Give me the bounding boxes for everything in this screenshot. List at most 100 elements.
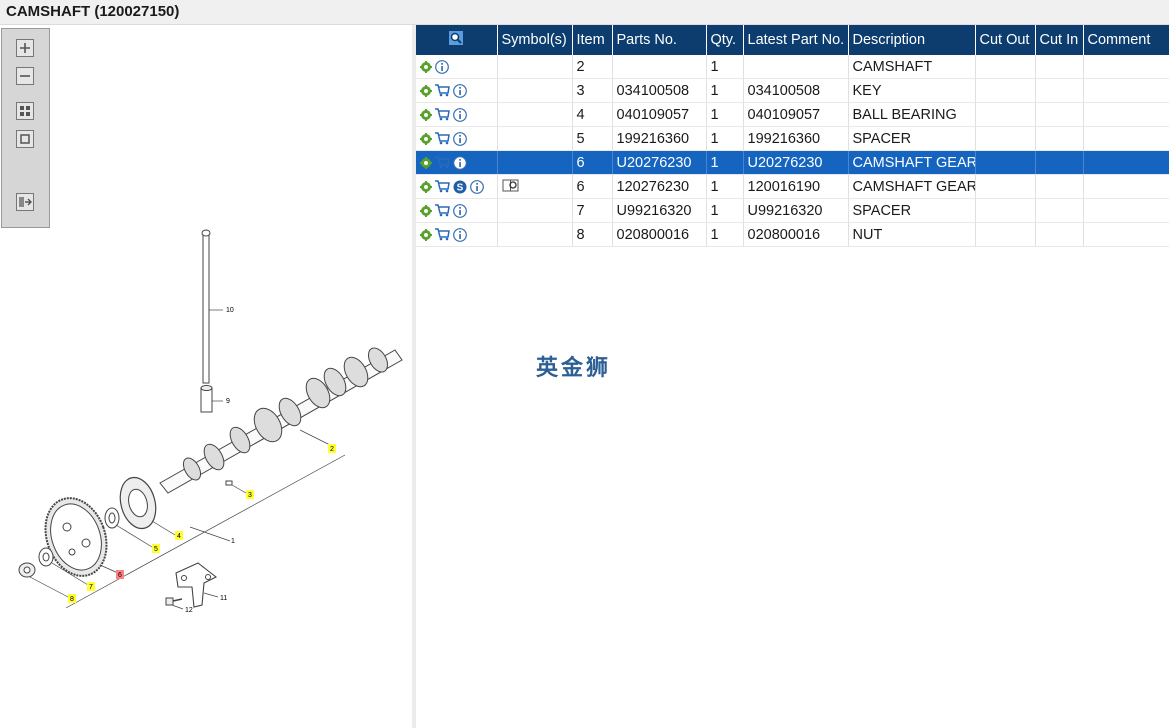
cell-description[interactable]: CAMSHAFT GEAR: [848, 150, 976, 175]
cell-comment[interactable]: [1083, 78, 1169, 103]
column-header-latest-part-no[interactable]: Latest Part No.: [743, 25, 849, 55]
column-header-symbols[interactable]: Symbol(s): [497, 25, 573, 55]
cell-description[interactable]: KEY: [848, 78, 976, 103]
callout-7[interactable]: 7: [89, 584, 93, 591]
info-icon[interactable]: [470, 179, 484, 194]
cell-parts-no[interactable]: 199216360: [612, 126, 707, 151]
gear-icon[interactable]: [420, 108, 432, 121]
cell-qty[interactable]: 1: [706, 198, 744, 223]
cell-symbol[interactable]: [497, 102, 573, 127]
cell-description[interactable]: CAMSHAFT: [848, 55, 976, 79]
cell-cut-out[interactable]: [975, 55, 1036, 79]
cell-symbol[interactable]: [497, 78, 573, 103]
cell-symbol[interactable]: [497, 55, 573, 79]
callout-3[interactable]: 3: [248, 492, 252, 499]
cell-latest-part-no[interactable]: 034100508: [743, 78, 849, 103]
cell-icons[interactable]: S: [416, 174, 498, 199]
cell-description[interactable]: SPACER: [848, 198, 976, 223]
cell-parts-no[interactable]: 034100508: [612, 78, 707, 103]
cell-symbol[interactable]: [497, 174, 573, 199]
cell-latest-part-no[interactable]: 020800016: [743, 222, 849, 247]
cell-icons[interactable]: [416, 222, 498, 247]
cell-symbol[interactable]: [497, 198, 573, 223]
cell-icons[interactable]: [416, 198, 498, 223]
gear-icon[interactable]: [420, 204, 432, 217]
cart-icon[interactable]: [435, 84, 450, 97]
cell-qty[interactable]: 1: [706, 126, 744, 151]
cell-cut-out[interactable]: [975, 174, 1036, 199]
callout-12[interactable]: 12: [185, 607, 193, 614]
cell-comment[interactable]: [1083, 198, 1169, 223]
table-row[interactable]: 8 020800016 1 020800016 NUT: [416, 222, 1169, 247]
table-row[interactable]: 2 1 CAMSHAFT: [416, 55, 1169, 79]
cell-parts-no[interactable]: U20276230: [612, 150, 707, 175]
cell-qty[interactable]: 1: [706, 78, 744, 103]
cell-cut-in[interactable]: [1035, 150, 1084, 175]
cell-cut-out[interactable]: [975, 126, 1036, 151]
cell-comment[interactable]: [1083, 222, 1169, 247]
cell-latest-part-no[interactable]: 199216360: [743, 126, 849, 151]
callout-6[interactable]: 6: [118, 572, 122, 579]
cell-cut-in[interactable]: [1035, 78, 1084, 103]
info-icon[interactable]: [453, 131, 467, 146]
cell-comment[interactable]: [1083, 126, 1169, 151]
table-row[interactable]: 7 U99216320 1 U99216320 SPACER: [416, 198, 1169, 223]
export-button[interactable]: [16, 193, 34, 211]
cell-item[interactable]: 6: [572, 174, 613, 199]
cell-qty[interactable]: 1: [706, 55, 744, 79]
cell-icons[interactable]: [416, 55, 498, 79]
callout-5[interactable]: 5: [154, 546, 158, 553]
column-header-qty[interactable]: Qty.: [706, 25, 744, 55]
info-icon[interactable]: [453, 227, 467, 242]
callout-8[interactable]: 8: [70, 596, 74, 603]
cell-symbol[interactable]: [497, 222, 573, 247]
cell-symbol[interactable]: [497, 126, 573, 151]
cell-cut-in[interactable]: [1035, 102, 1084, 127]
cell-cut-in[interactable]: [1035, 55, 1084, 79]
callout-9[interactable]: 9: [226, 398, 230, 405]
fit-page-button[interactable]: [16, 130, 34, 148]
cart-icon[interactable]: [435, 156, 450, 169]
gear-icon[interactable]: [420, 60, 432, 73]
cell-item[interactable]: 8: [572, 222, 613, 247]
gear-icon[interactable]: [420, 132, 432, 145]
cell-item[interactable]: 2: [572, 55, 613, 79]
zoom-in-button[interactable]: [16, 39, 34, 57]
table-row[interactable]: S 6 120276230 1 120016190 CAMSHAFT GEAR: [416, 174, 1169, 199]
cart-icon[interactable]: [435, 204, 450, 217]
cell-cut-in[interactable]: [1035, 126, 1084, 151]
table-row[interactable]: 5 199216360 1 199216360 SPACER: [416, 126, 1169, 151]
cell-latest-part-no[interactable]: 040109057: [743, 102, 849, 127]
info-icon[interactable]: [435, 59, 449, 74]
cell-parts-no[interactable]: 040109057: [612, 102, 707, 127]
cart-icon[interactable]: [435, 180, 450, 193]
cell-qty[interactable]: 1: [706, 174, 744, 199]
info-icon[interactable]: [453, 83, 467, 98]
callout-4[interactable]: 4: [177, 533, 181, 540]
cell-qty[interactable]: 1: [706, 102, 744, 127]
gear-icon[interactable]: [420, 156, 432, 169]
cell-icons[interactable]: [416, 150, 498, 175]
book-icon[interactable]: [502, 178, 520, 192]
cell-item[interactable]: 4: [572, 102, 613, 127]
fit-all-button[interactable]: [16, 102, 34, 120]
cell-cut-in[interactable]: [1035, 222, 1084, 247]
cart-icon[interactable]: [435, 132, 450, 145]
table-row[interactable]: 3 034100508 1 034100508 KEY: [416, 78, 1169, 103]
cell-cut-out[interactable]: [975, 198, 1036, 223]
cell-latest-part-no[interactable]: U20276230: [743, 150, 849, 175]
column-header-item[interactable]: Item: [572, 25, 613, 55]
info-icon[interactable]: [453, 107, 467, 122]
cell-description[interactable]: SPACER: [848, 126, 976, 151]
cell-latest-part-no[interactable]: [743, 55, 849, 79]
cell-comment[interactable]: [1083, 174, 1169, 199]
cell-qty[interactable]: 1: [706, 150, 744, 175]
cell-icons[interactable]: [416, 126, 498, 151]
cell-cut-in[interactable]: [1035, 198, 1084, 223]
cell-icons[interactable]: [416, 78, 498, 103]
callout-1[interactable]: 1: [231, 538, 235, 545]
cell-description[interactable]: BALL BEARING: [848, 102, 976, 127]
info-icon[interactable]: [453, 203, 467, 218]
table-row[interactable]: 6 U20276230 1 U20276230 CAMSHAFT GEAR: [416, 150, 1169, 175]
cell-parts-no[interactable]: 120276230: [612, 174, 707, 199]
